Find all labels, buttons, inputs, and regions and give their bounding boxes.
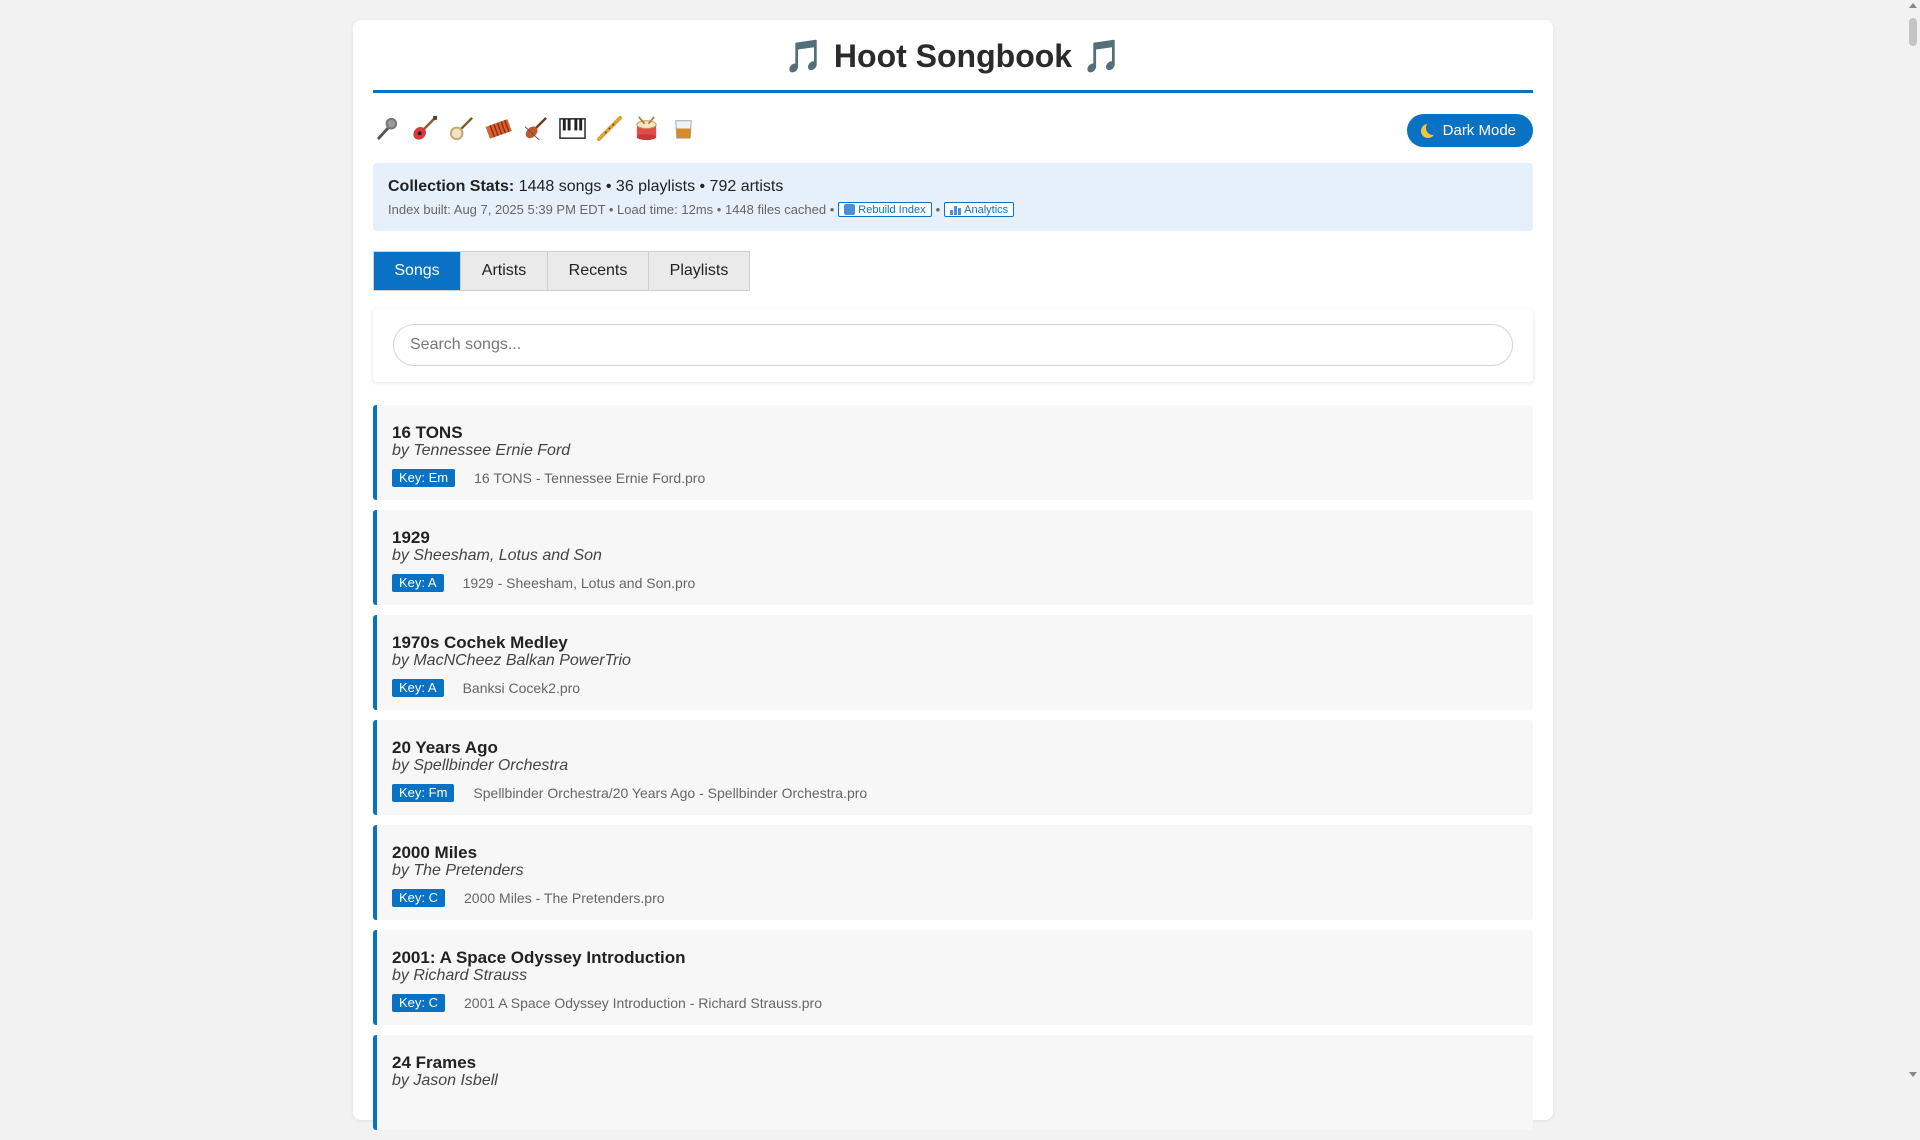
flute-icon[interactable] <box>595 114 624 143</box>
song-filename: Banksi Cocek2.pro <box>462 680 581 696</box>
moon-icon <box>1420 123 1435 138</box>
title-bar: 🎵 Hoot Songbook 🎵 <box>373 20 1533 93</box>
instrument-icons <box>373 114 698 143</box>
song-item[interactable]: 1970s Cochek Medley by MacNCheez Balkan … <box>373 615 1533 710</box>
microphone-icon[interactable] <box>373 114 402 143</box>
song-title: 24 Frames <box>392 1053 477 1072</box>
song-title: 1929 <box>392 528 430 547</box>
tab-songs[interactable]: Songs <box>374 252 461 290</box>
index-info: Index built: Aug 7, 2025 5:39 PM EDT • L… <box>388 202 835 217</box>
electric-guitar-icon[interactable] <box>410 114 439 143</box>
song-artist: by Richard Strauss <box>392 967 528 984</box>
song-artist: by The Pretenders <box>392 862 524 879</box>
index-info-line: Index built: Aug 7, 2025 5:39 PM EDT • L… <box>388 202 1015 217</box>
music-note-icon: 🎵 <box>1082 37 1122 75</box>
scroll-up-arrow[interactable] <box>1909 3 1917 8</box>
whiskey-glass-icon[interactable] <box>669 114 698 143</box>
key-badge: Key: Fm <box>392 784 455 802</box>
song-meta: Key: C 2001 A Space Odyssey Introduction… <box>392 994 822 1012</box>
song-item[interactable]: 2001: A Space Odyssey Introduction by Ri… <box>373 930 1533 1025</box>
search-input[interactable] <box>393 324 1513 366</box>
key-badge: Key: Em <box>392 469 456 487</box>
scrollbar-thumb[interactable] <box>1909 18 1917 46</box>
song-item[interactable]: 1929 by Sheesham, Lotus and Son Key: A 1… <box>373 510 1533 605</box>
song-list: 16 TONS by Tennessee Ernie Ford Key: Em … <box>373 405 1533 1140</box>
song-title: 16 TONS <box>392 423 463 442</box>
page-title: 🎵 Hoot Songbook 🎵 <box>784 37 1122 75</box>
song-meta: Key: Fm Spellbinder Orchestra/20 Years A… <box>392 784 867 802</box>
song-meta: Key: C 2000 Miles - The Pretenders.pro <box>392 889 665 907</box>
tab-recents[interactable]: Recents <box>548 252 649 290</box>
rebuild-index-button[interactable]: Rebuild Index <box>838 202 932 217</box>
page-title-text: Hoot Songbook <box>833 37 1073 74</box>
stats-summary: 1448 songs • 36 playlists • 792 artists <box>518 178 784 195</box>
song-meta: Key: A Banksi Cocek2.pro <box>392 679 580 697</box>
tab-artists[interactable]: Artists <box>461 252 548 290</box>
song-item[interactable]: 16 TONS by Tennessee Ernie Ford Key: Em … <box>373 405 1533 500</box>
toolbar: Dark Mode <box>373 112 1533 150</box>
song-filename: 16 TONS - Tennessee Ernie Ford.pro <box>474 470 706 486</box>
search-card <box>373 309 1533 382</box>
analytics-button[interactable]: Analytics <box>944 202 1015 217</box>
song-filename: 2000 Miles - The Pretenders.pro <box>464 890 665 906</box>
song-meta: Key: A 1929 - Sheesham, Lotus and Son.pr… <box>392 574 695 592</box>
key-badge: Key: C <box>392 994 446 1012</box>
stats-summary-line: Collection Stats: 1448 songs • 36 playli… <box>388 178 783 196</box>
song-meta: Key: Em 16 TONS - Tennessee Ernie Ford.p… <box>392 469 705 487</box>
song-title: 2001: A Space Odyssey Introduction <box>392 948 686 967</box>
drum-icon[interactable] <box>632 114 661 143</box>
key-badge: Key: A <box>392 574 444 592</box>
refresh-icon <box>844 204 856 215</box>
song-item[interactable]: 20 Years Ago by Spellbinder Orchestra Ke… <box>373 720 1533 815</box>
song-filename: 1929 - Sheesham, Lotus and Son.pro <box>462 575 696 591</box>
rebuild-index-label: Rebuild Index <box>858 203 926 216</box>
scroll-down-arrow[interactable] <box>1909 1072 1917 1077</box>
song-filename: Spellbinder Orchestra/20 Years Ago - Spe… <box>473 785 868 801</box>
song-title: 20 Years Ago <box>392 738 498 757</box>
key-badge: Key: C <box>392 889 446 907</box>
banjo-icon[interactable] <box>447 114 476 143</box>
fiddle-icon[interactable] <box>521 114 550 143</box>
song-item[interactable]: 2000 Miles by The Pretenders Key: C 2000… <box>373 825 1533 920</box>
key-badge: Key: A <box>392 679 444 697</box>
song-artist: by Tennessee Ernie Ford <box>392 442 571 459</box>
stats-label: Collection Stats: <box>388 178 515 195</box>
song-filename: 2001 A Space Odyssey Introduction - Rich… <box>464 995 822 1011</box>
song-title: 1970s Cochek Medley <box>392 633 568 652</box>
app-container: 🎵 Hoot Songbook 🎵 Dark Mode Collection S… <box>353 20 1553 1130</box>
song-artist: by Sheesham, Lotus and Son <box>392 547 602 564</box>
analytics-label: Analytics <box>964 203 1009 216</box>
song-item[interactable]: 24 Frames by Jason Isbell <box>373 1035 1533 1130</box>
app-inner: 🎵 Hoot Songbook 🎵 Dark Mode Collection S… <box>373 20 1533 1130</box>
page-scrollbar[interactable] <box>1906 0 1920 1080</box>
dark-mode-button[interactable]: Dark Mode <box>1406 114 1533 147</box>
piano-keys-icon[interactable] <box>558 114 587 143</box>
song-artist: by Jason Isbell <box>392 1072 498 1089</box>
song-artist: by MacNCheez Balkan PowerTrio <box>392 652 631 669</box>
song-title: 2000 Miles <box>392 843 478 862</box>
tab-playlists[interactable]: Playlists <box>649 252 749 290</box>
view-tabs: Songs Artists Recents Playlists <box>373 251 750 291</box>
accordion-icon[interactable] <box>484 114 513 143</box>
music-note-icon: 🎵 <box>784 37 824 75</box>
dark-mode-label: Dark Mode <box>1442 122 1516 139</box>
collection-stats-panel: Collection Stats: 1448 songs • 36 playli… <box>373 163 1533 231</box>
stats-separator: • <box>935 202 941 217</box>
bar-chart-icon <box>950 204 962 215</box>
song-artist: by Spellbinder Orchestra <box>392 757 569 774</box>
